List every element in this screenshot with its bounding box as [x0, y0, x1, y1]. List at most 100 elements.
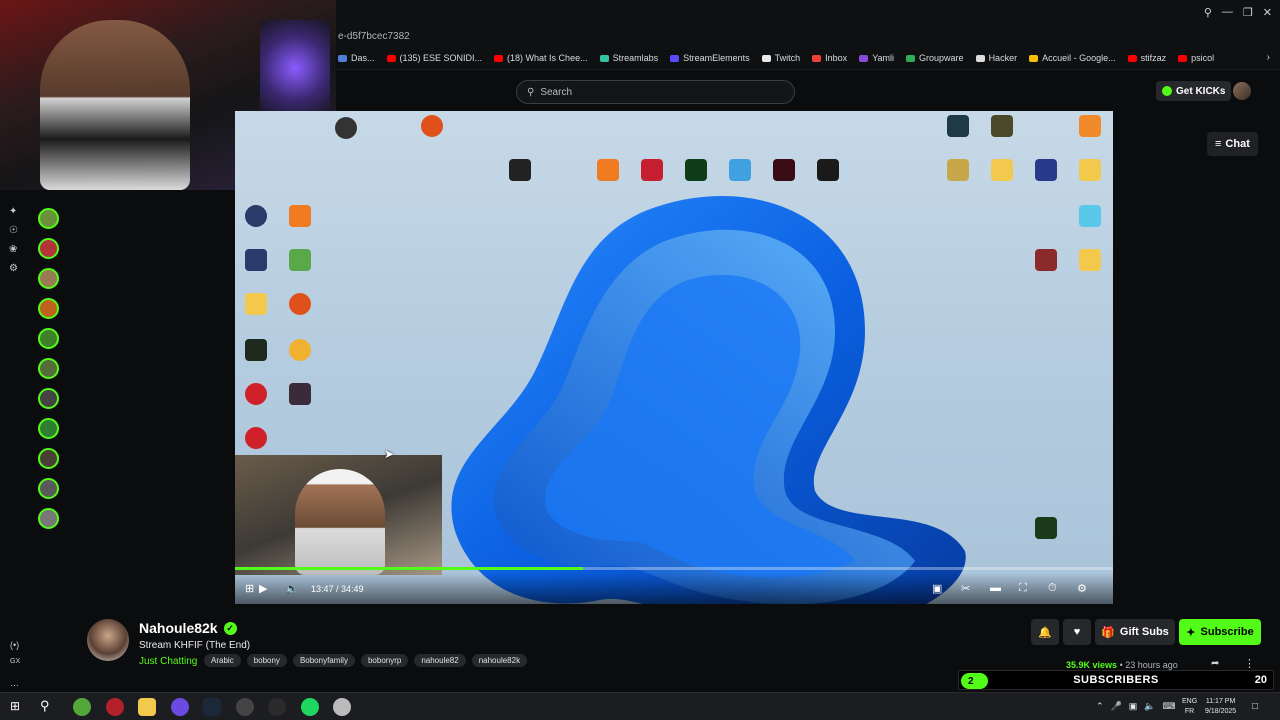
broadcast-icon[interactable]: (•) — [10, 640, 19, 650]
minimize-icon[interactable]: — — [1222, 6, 1233, 19]
file-explorer-icon[interactable] — [138, 698, 156, 716]
tag-chip[interactable]: bobonyrp — [360, 654, 409, 667]
keyboard-icon[interactable]: ⌨ — [1163, 701, 1176, 712]
desktop-icon[interactable] — [1079, 205, 1101, 227]
compass-icon[interactable]: ☉ — [9, 225, 18, 236]
desktop-icon[interactable] — [1079, 249, 1101, 271]
share-icon[interactable]: ➦ — [1211, 658, 1219, 669]
desktop-icon[interactable] — [1079, 115, 1101, 137]
clock[interactable]: 11:17 PM 9/18/2025 — [1205, 697, 1236, 717]
volume-icon[interactable]: 🔈 — [285, 582, 299, 595]
followed-channel-avatar[interactable] — [38, 238, 59, 259]
desktop-icon[interactable] — [1035, 159, 1057, 181]
followed-channel-avatar[interactable] — [38, 448, 59, 469]
desktop-icon[interactable] — [245, 427, 267, 449]
followed-channel-avatar[interactable] — [38, 298, 59, 319]
bookmark-item[interactable]: stifzaz — [1127, 53, 1166, 63]
theater-mode-icon[interactable]: ▬ — [990, 582, 1001, 594]
get-kicks-button[interactable]: Get KICKs — [1156, 81, 1232, 101]
tag-chip[interactable]: Arabic — [204, 654, 241, 667]
follow-button[interactable]: ♥ — [1063, 619, 1091, 645]
notification-icon[interactable]: □ — [1252, 701, 1258, 712]
chevron-up-icon[interactable]: ⌃ — [1096, 701, 1104, 712]
app-icon[interactable] — [106, 698, 124, 716]
desktop-icon[interactable] — [245, 293, 267, 315]
clip-icon[interactable]: ✂ — [961, 582, 970, 595]
spotify-icon[interactable] — [301, 698, 319, 716]
speed-icon[interactable]: ⏱ — [1048, 582, 1057, 595]
network-icon[interactable]: ▣ — [1129, 701, 1138, 712]
desktop-icon[interactable] — [729, 159, 751, 181]
desktop-icon[interactable] — [245, 205, 267, 227]
play-icon[interactable]: ▶ — [259, 582, 267, 595]
followed-channel-avatar[interactable] — [38, 478, 59, 499]
followed-channel-avatar[interactable] — [38, 388, 59, 409]
desktop-icon[interactable] — [1035, 517, 1057, 539]
settings-icon[interactable]: ⚙ — [9, 263, 18, 274]
desktop-icon[interactable] — [289, 383, 311, 405]
followed-channel-avatar[interactable] — [38, 418, 59, 439]
desktop-icon[interactable] — [245, 383, 267, 405]
progress-bar[interactable] — [235, 567, 1113, 570]
gift-subs-button[interactable]: 🎁 Gift Subs — [1095, 619, 1175, 645]
bookmark-item[interactable]: StreamElements — [670, 53, 750, 63]
bookmark-item[interactable]: Groupware — [906, 53, 964, 63]
chat-toggle-button[interactable]: ≡ Chat — [1207, 132, 1258, 156]
desktop-icon[interactable] — [335, 117, 357, 139]
more-icon[interactable]: … — [10, 678, 19, 688]
bookmark-item[interactable]: psicol — [1178, 53, 1214, 63]
channel-name[interactable]: Nahoule82k ✓ — [139, 620, 237, 636]
followed-channel-avatar[interactable] — [38, 268, 59, 289]
desktop-icon[interactable] — [289, 249, 311, 271]
bookmark-item[interactable]: Accueil - Google... — [1029, 53, 1116, 63]
desktop-icon[interactable] — [245, 339, 267, 361]
app-icon[interactable] — [333, 698, 351, 716]
microphone-icon[interactable]: 🎤 — [1111, 701, 1122, 712]
desktop-icon[interactable] — [947, 159, 969, 181]
settings-icon[interactable]: ⚙ — [1077, 582, 1087, 595]
avatar[interactable] — [1233, 82, 1251, 100]
followed-channel-avatar[interactable] — [38, 508, 59, 529]
desktop-icon[interactable] — [421, 115, 443, 137]
desktop-icon[interactable] — [947, 115, 969, 137]
bookmark-item[interactable]: Streamlabs — [599, 53, 658, 63]
obs-icon[interactable] — [236, 698, 254, 716]
app-icon[interactable] — [268, 698, 286, 716]
discord-icon[interactable] — [171, 698, 189, 716]
desktop-icon[interactable] — [641, 159, 663, 181]
desktop-icon[interactable] — [289, 293, 311, 315]
desktop-icon[interactable] — [1079, 159, 1101, 181]
desktop-icon[interactable] — [509, 159, 531, 181]
close-icon[interactable]: ✕ — [1263, 6, 1272, 19]
desktop-icon[interactable] — [991, 159, 1013, 181]
windows-start-icon[interactable]: ⊞ — [10, 699, 20, 713]
desktop-icon[interactable] — [685, 159, 707, 181]
search-icon[interactable]: ⚲ — [1204, 6, 1212, 19]
pip-icon[interactable]: ▣ — [932, 582, 942, 595]
wand-icon[interactable]: ✦ — [9, 206, 18, 217]
chevron-right-icon[interactable]: › — [1267, 52, 1270, 63]
bookmark-item[interactable]: Inbox — [812, 53, 847, 63]
followed-channel-avatar[interactable] — [38, 328, 59, 349]
desktop-icon[interactable] — [245, 249, 267, 271]
bookmark-item[interactable]: (18) What Is Chee... — [494, 53, 588, 63]
xbox-app-icon[interactable] — [73, 698, 91, 716]
category-link[interactable]: Just Chatting — [139, 656, 197, 667]
video-player[interactable]: ➤ ⊞ ▶ 🔈 13:47 / 34:49 ▣ ✂ ▬ ⛶ ⏱ ⚙ — [235, 111, 1113, 604]
bookmark-item[interactable]: Twitch — [761, 53, 800, 63]
subscribe-button[interactable]: ✦ Subscribe — [1179, 619, 1261, 645]
notification-bell-button[interactable]: 🔔 — [1031, 619, 1059, 645]
bookmark-item[interactable]: Yamli — [859, 53, 894, 63]
desktop-icon[interactable] — [1035, 249, 1057, 271]
fullscreen-icon[interactable]: ⛶ — [1019, 582, 1027, 595]
search-icon[interactable]: ⚲ — [40, 698, 50, 714]
bookmark-item[interactable]: Hacker — [975, 53, 1017, 63]
desktop-icon[interactable] — [817, 159, 839, 181]
restore-icon[interactable]: ❐ — [1243, 6, 1253, 19]
more-options-icon[interactable]: ⋮ — [1244, 657, 1255, 670]
search-input[interactable]: ⚲ Search — [516, 80, 795, 104]
desktop-icon[interactable] — [289, 339, 311, 361]
followed-channel-avatar[interactable] — [38, 208, 59, 229]
language-indicator[interactable]: ENG FR — [1182, 697, 1197, 717]
channel-avatar[interactable] — [87, 619, 129, 661]
